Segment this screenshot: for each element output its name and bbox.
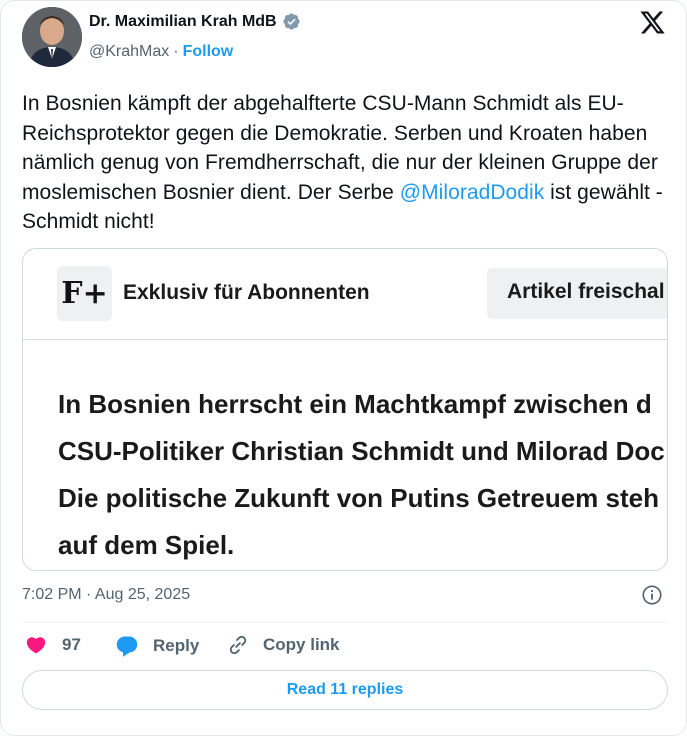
tweet-card: Dr. Maximilian Krah MdB @KrahMax · Follo… [0, 0, 687, 736]
avatar-image [22, 7, 82, 67]
embed-body-line: Die politische Zukunft von Putins Getreu… [58, 483, 659, 513]
embedded-article-card[interactable]: F+ Exklusiv für Abonnenten Artikel freis… [22, 248, 668, 571]
like-button[interactable]: 97 [25, 634, 81, 656]
reply-button[interactable]: Reply [115, 634, 199, 658]
follow-button[interactable]: Follow [183, 43, 234, 61]
embed-body-line: auf dem Spiel. [58, 530, 235, 560]
timestamp[interactable]: 7:02 PM · Aug 25, 2025 [22, 586, 190, 604]
copy-link-label: Copy link [263, 635, 340, 654]
unlock-article-button[interactable]: Artikel freischal [487, 268, 667, 319]
embed-divider [23, 339, 667, 340]
like-count: 97 [62, 635, 81, 654]
x-logo-icon[interactable] [638, 9, 667, 36]
heart-icon [26, 637, 46, 654]
link-icon [229, 635, 247, 655]
divider [22, 622, 668, 623]
reply-bubble-icon [116, 636, 138, 657]
embed-body-text: In Bosnien herrscht ein Machtkampf zwisc… [58, 381, 667, 569]
verified-badge-icon [282, 13, 300, 30]
author-name-row: Dr. Maximilian Krah MdB [89, 12, 301, 31]
tweet-text: In Bosnien kämpft der abgehalfterte CSU-… [22, 89, 672, 237]
info-icon[interactable] [641, 584, 663, 606]
read-replies-button[interactable]: Read 11 replies [22, 670, 668, 710]
handle[interactable]: @KrahMax [89, 43, 169, 61]
mention-link[interactable]: @MiloradDodik [400, 181, 545, 204]
embed-body-line: In Bosnien herrscht ein Machtkampf zwisc… [58, 389, 652, 419]
faz-plus-logo: F+ [57, 266, 112, 321]
exclusive-label: Exklusiv für Abonnenten [123, 281, 370, 304]
handle-row: @KrahMax · Follow [89, 43, 233, 61]
reply-label: Reply [153, 636, 200, 655]
copy-link-button[interactable]: Copy link [227, 634, 340, 656]
avatar[interactable] [22, 7, 82, 67]
separator-dot: · [173, 43, 179, 60]
display-name[interactable]: Dr. Maximilian Krah MdB [89, 13, 277, 31]
embed-body-line: CSU-Politiker Christian Schmidt und Milo… [58, 436, 665, 466]
